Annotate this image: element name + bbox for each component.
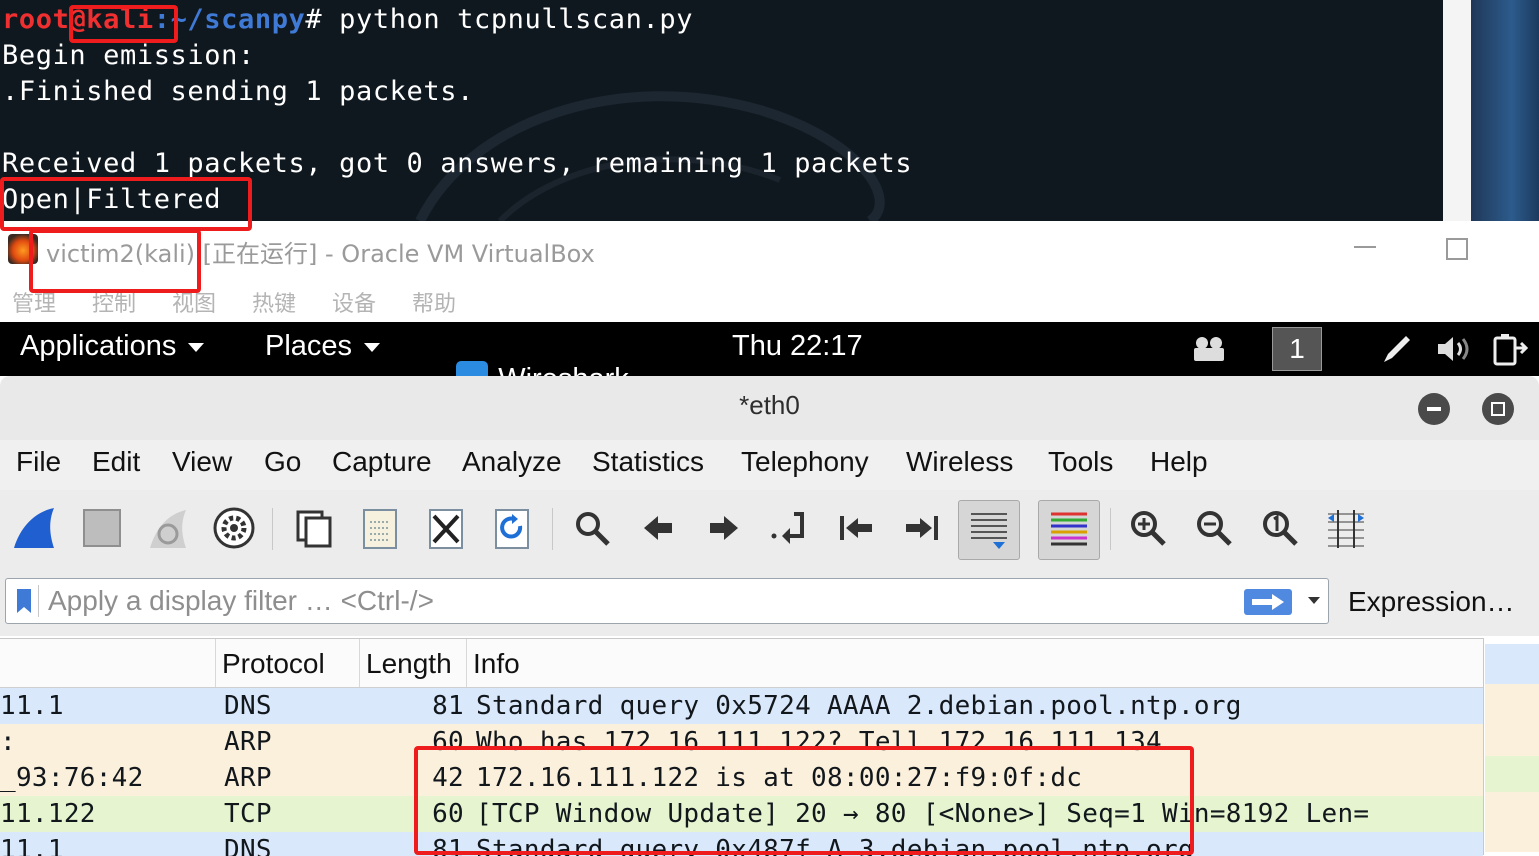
- zoom-out-icon[interactable]: [1192, 506, 1236, 550]
- column-header-source[interactable]: [0, 639, 216, 687]
- minimap-row-arp: [1485, 684, 1539, 756]
- filter-placeholder: Apply a display filter … <Ctrl-/>: [48, 585, 434, 616]
- packet-protocol-cell: ARP: [224, 727, 272, 757]
- bookmark-icon[interactable]: [10, 585, 39, 617]
- menu-capture[interactable]: Capture: [332, 446, 432, 478]
- chevron-down-icon: [364, 342, 381, 352]
- restart-capture-icon[interactable]: [146, 506, 190, 550]
- menu-edit[interactable]: Edit: [92, 446, 140, 478]
- colorize-icon[interactable]: [1038, 500, 1100, 560]
- clock[interactable]: Thu 22:17: [732, 330, 863, 363]
- terminal-scrollbar[interactable]: [1443, 0, 1471, 221]
- chevron-down-icon[interactable]: [1308, 597, 1320, 604]
- resize-columns-icon[interactable]: [1324, 506, 1368, 550]
- find-packet-icon[interactable]: [570, 506, 614, 550]
- minimize-icon[interactable]: [1354, 246, 1376, 248]
- main-toolbar: [0, 490, 1539, 569]
- vbox-menu-hotkeys[interactable]: 热键: [252, 286, 296, 318]
- first-packet-icon[interactable]: [834, 506, 878, 550]
- packet-source-cell: 11.1: [0, 835, 64, 856]
- power-battery-icon[interactable]: [1492, 332, 1528, 366]
- packet-list-minimap[interactable]: [1483, 638, 1539, 855]
- vbox-menu-help[interactable]: 帮助: [412, 286, 456, 318]
- shark-fin-start-icon[interactable]: [12, 506, 56, 550]
- display-filter-input[interactable]: Apply a display filter … <Ctrl-/>: [5, 578, 1329, 624]
- reload-file-icon[interactable]: [490, 506, 534, 550]
- menu-file[interactable]: File: [16, 446, 61, 478]
- apply-filter-arrow-icon[interactable]: [1244, 589, 1292, 615]
- annotation-highlight-vm-name: [29, 229, 201, 293]
- wireshark-titlebar[interactable]: *eth0: [0, 376, 1539, 440]
- prompt-path: ~/scanpy: [170, 4, 306, 35]
- expression-button[interactable]: Expression…: [1348, 586, 1515, 618]
- desktop-background: [1471, 0, 1539, 221]
- packet-protocol-cell: DNS: [224, 691, 272, 721]
- applications-label: Applications: [20, 330, 177, 362]
- maximize-icon[interactable]: [1446, 238, 1468, 260]
- go-forward-icon[interactable]: [702, 506, 746, 550]
- gnome-top-bar: Applications Places Wireshark Thu 22:17 …: [0, 322, 1539, 395]
- stop-capture-icon[interactable]: [80, 506, 124, 550]
- packet-protocol-cell: DNS: [224, 835, 272, 856]
- vbox-menu-devices[interactable]: 设备: [332, 286, 376, 318]
- minimap-row-arp: [1485, 792, 1539, 852]
- menu-view[interactable]: View: [172, 446, 232, 478]
- maximize-icon[interactable]: [1482, 393, 1514, 425]
- minimap-row-tcp: [1485, 756, 1539, 792]
- save-file-icon[interactable]: [358, 506, 402, 550]
- go-to-packet-icon[interactable]: [768, 506, 812, 550]
- open-file-icon[interactable]: [292, 506, 336, 550]
- volume-icon[interactable]: [1436, 334, 1472, 364]
- packet-source-cell: 11.122: [0, 799, 96, 829]
- display-filter-bar: Apply a display filter … <Ctrl-/> Expres…: [0, 568, 1539, 636]
- places-label: Places: [265, 330, 353, 362]
- places-menu[interactable]: Places: [265, 330, 381, 363]
- wireshark-window-title: *eth0: [739, 390, 800, 420]
- column-header-info[interactable]: Info: [467, 639, 1483, 687]
- terminal-output-line: .Finished sending 1 packets.: [2, 76, 474, 107]
- packet-source-cell: :: [0, 727, 16, 757]
- column-header-length[interactable]: Length: [360, 639, 467, 687]
- applications-menu[interactable]: Applications: [20, 330, 205, 363]
- column-header-protocol[interactable]: Protocol: [216, 639, 360, 687]
- video-camera-icon[interactable]: [1192, 335, 1226, 363]
- normal-size-icon[interactable]: [1258, 506, 1302, 550]
- packet-protocol-cell: ARP: [224, 763, 272, 793]
- wireshark-menubar: File Edit View Go Capture Analyze Statis…: [0, 440, 1539, 490]
- menu-tools[interactable]: Tools: [1048, 446, 1113, 478]
- annotation-highlight-result: [0, 177, 252, 231]
- minimap-row-dns: [1485, 644, 1539, 684]
- packet-row[interactable]: 11.1 DNS 81 Standard query 0x5724 AAAA 2.de…: [0, 688, 1483, 724]
- packet-source-cell: 11.1: [0, 691, 64, 721]
- menu-analyze[interactable]: Analyze: [462, 446, 562, 478]
- menu-help[interactable]: Help: [1150, 446, 1208, 478]
- chevron-down-icon: [188, 342, 205, 352]
- go-back-icon[interactable]: [636, 506, 680, 550]
- capture-options-icon[interactable]: [212, 506, 256, 550]
- terminal-command: python tcpnullscan.py: [339, 4, 694, 35]
- menu-go[interactable]: Go: [264, 446, 301, 478]
- annotation-highlight-hostname: [69, 5, 178, 43]
- menu-telephony[interactable]: Telephony: [741, 446, 869, 478]
- prompt-hash: #: [305, 4, 340, 35]
- minimize-icon[interactable]: [1418, 393, 1450, 425]
- terminal-output-line: Begin emission:: [2, 40, 255, 71]
- packet-info-cell: Standard query 0x5724 AAAA 2.debian.pool…: [476, 691, 1242, 721]
- close-file-icon[interactable]: [424, 506, 468, 550]
- packet-length-cell: 81: [432, 691, 464, 721]
- packet-list-header: Protocol Length Info: [0, 639, 1483, 689]
- workspace-indicator[interactable]: 1: [1272, 327, 1322, 371]
- zoom-in-icon[interactable]: [1126, 506, 1170, 550]
- menu-statistics[interactable]: Statistics: [592, 446, 704, 478]
- last-packet-icon[interactable]: [900, 506, 944, 550]
- packet-protocol-cell: TCP: [224, 799, 272, 829]
- annotation-highlight-packets: [414, 746, 1194, 855]
- pen-icon[interactable]: [1380, 332, 1414, 366]
- menu-wireless[interactable]: Wireless: [906, 446, 1013, 478]
- packet-source-cell: _93:76:42: [0, 763, 144, 793]
- autoscroll-icon[interactable]: [958, 500, 1020, 560]
- virtualbox-menubar: 管理 控制 视图 热键 设备 帮助: [0, 278, 1539, 322]
